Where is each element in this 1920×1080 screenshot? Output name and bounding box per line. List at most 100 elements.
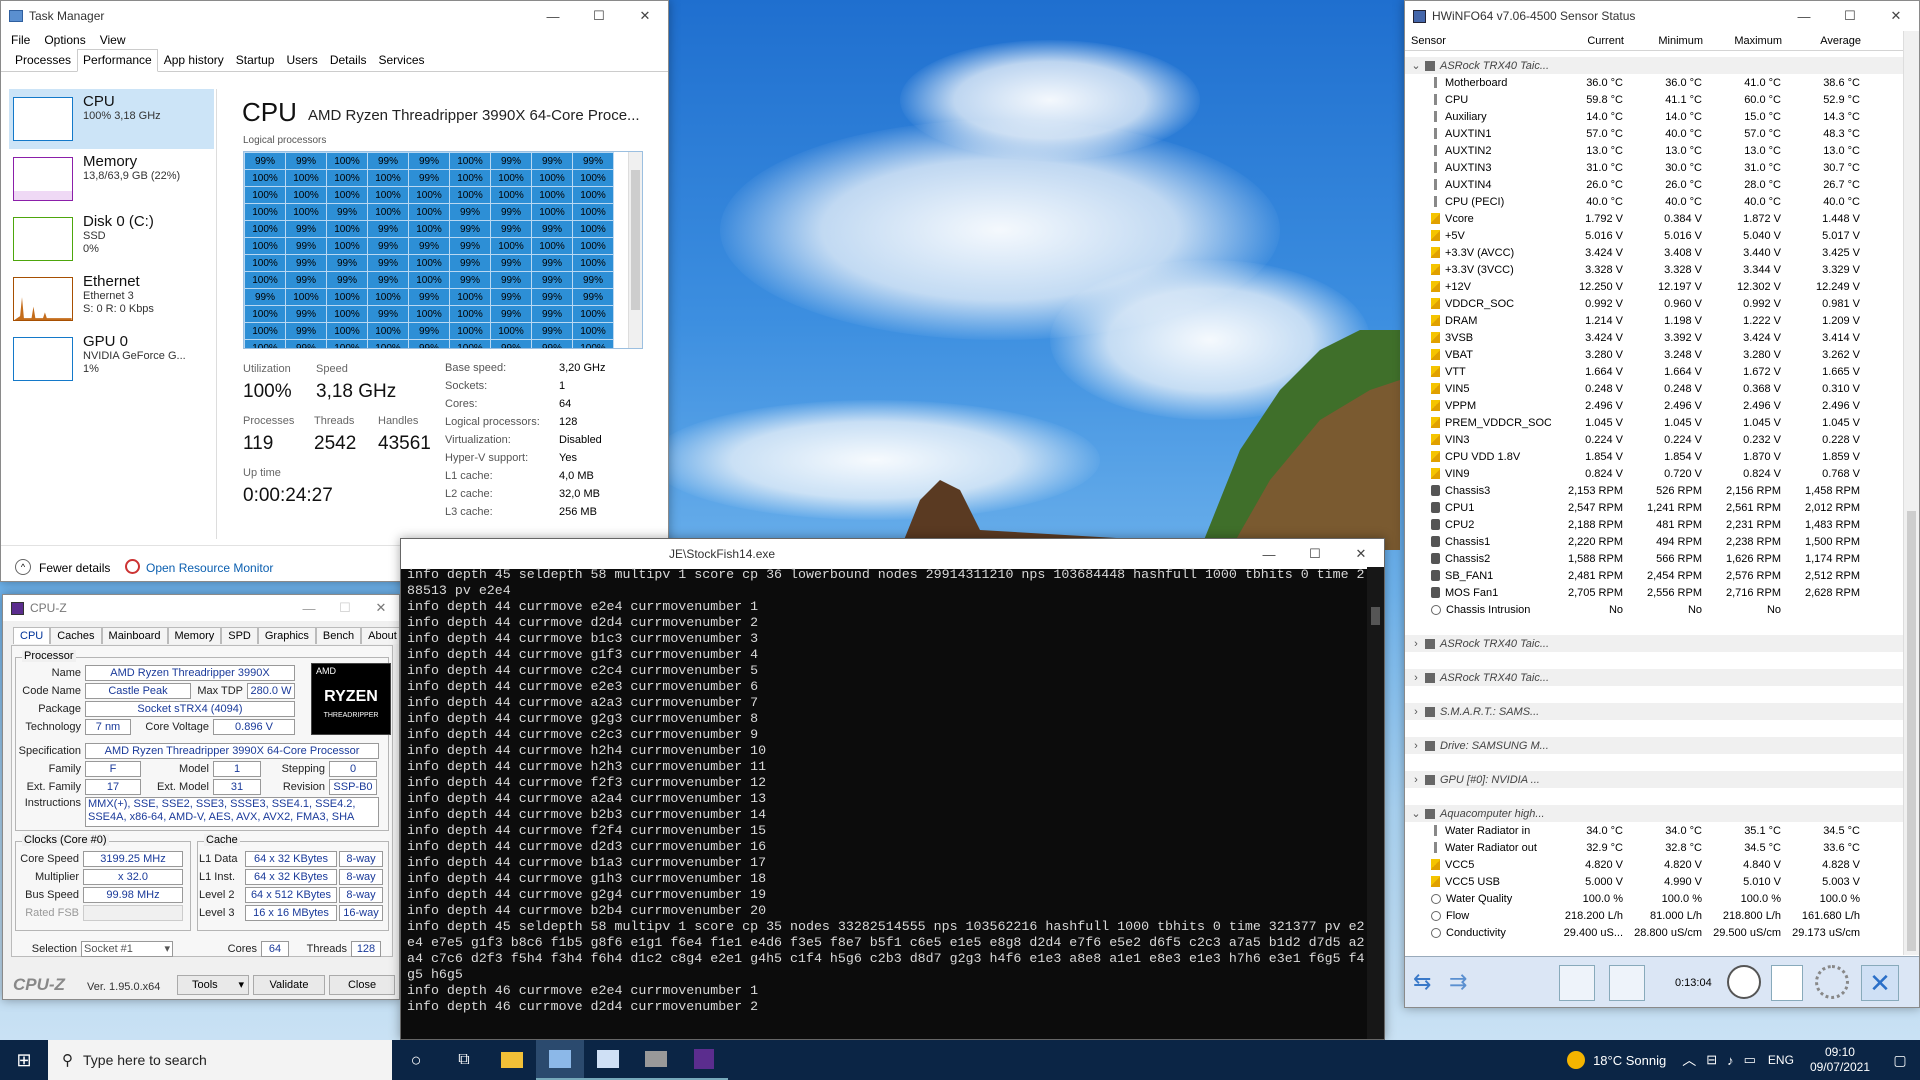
network-tray-icon[interactable]: ⊟: [1706, 1052, 1717, 1068]
menu-options[interactable]: Options: [44, 33, 85, 47]
col-average[interactable]: Average: [1788, 35, 1867, 47]
title-bar[interactable]: CPU-Z — ☐ ✕: [3, 595, 399, 621]
maximize-button[interactable]: ☐: [327, 595, 363, 621]
sensor-row[interactable]: +3.3V (3VCC) 3.328 V 3.328 V 3.344 V 3.329 V: [1405, 261, 1903, 278]
sensor-group-row[interactable]: ⌄ ASRock TRX40 Taic...: [1405, 57, 1903, 74]
sensor-row[interactable]: VCC5 4.820 V 4.820 V 4.840 V 4.828 V: [1405, 856, 1903, 873]
open-resource-monitor-link[interactable]: Open Resource Monitor: [146, 561, 273, 575]
minimize-button[interactable]: —: [291, 595, 327, 621]
sensor-row[interactable]: VCC5 USB 5.000 V 4.990 V 5.010 V 5.003 V: [1405, 873, 1903, 890]
close-button[interactable]: ✕: [1338, 539, 1384, 569]
tab-services[interactable]: Services: [373, 49, 431, 71]
tab-users[interactable]: Users: [280, 49, 323, 71]
sensor-row[interactable]: CPU2 2,188 RPM 481 RPM 2,231 RPM 1,483 RPM: [1405, 516, 1903, 533]
close-x-icon[interactable]: ✕: [1861, 965, 1899, 1001]
cpuz-taskbar-icon[interactable]: [680, 1040, 728, 1080]
sensor-row[interactable]: Auxiliary 14.0 °C 14.0 °C 15.0 °C 14.3 °C: [1405, 108, 1903, 125]
file-explorer-icon[interactable]: [488, 1040, 536, 1080]
maximize-button[interactable]: ☐: [1827, 1, 1873, 31]
minimize-button[interactable]: —: [1246, 539, 1292, 569]
close-button[interactable]: ✕: [622, 1, 668, 31]
tools-button[interactable]: Tools ▾: [177, 975, 249, 995]
clock-icon[interactable]: [1727, 965, 1761, 999]
maximize-button[interactable]: ☐: [1292, 539, 1338, 569]
tab-startup[interactable]: Startup: [230, 49, 281, 71]
tab-cpu[interactable]: CPU: [13, 627, 51, 644]
minimize-button[interactable]: —: [530, 1, 576, 31]
sensor-row[interactable]: VIN3 0.224 V 0.224 V 0.232 V 0.228 V: [1405, 431, 1903, 448]
search-box[interactable]: ⚲ Type here to search: [48, 1040, 392, 1080]
sensor-row[interactable]: AUXTIN1 57.0 °C 40.0 °C 57.0 °C 48.3 °C: [1405, 125, 1903, 142]
tab-processes[interactable]: Processes: [9, 49, 77, 71]
fewer-details-icon[interactable]: ^: [15, 559, 31, 575]
cortana-icon[interactable]: ○: [392, 1050, 440, 1071]
sensor-row[interactable]: CPU (PECI) 40.0 °C 40.0 °C 40.0 °C 40.0 °C: [1405, 193, 1903, 210]
sensor-row[interactable]: VIN5 0.248 V 0.248 V 0.368 V 0.310 V: [1405, 380, 1903, 397]
maximize-button[interactable]: ☐: [576, 1, 622, 31]
sensor-row[interactable]: DRAM 1.214 V 1.198 V 1.222 V 1.209 V: [1405, 312, 1903, 329]
close-button[interactable]: ✕: [1873, 1, 1919, 31]
sidebar-item-memory[interactable]: Memory 13,8/63,9 GB (22%): [9, 149, 214, 209]
sensor-group-row[interactable]: ⌄ Aquacomputer high...: [1405, 805, 1903, 822]
collapse-icon[interactable]: ⌄: [1411, 807, 1421, 820]
socket-select[interactable]: Socket #1 ▾: [81, 941, 173, 957]
sensor-row[interactable]: Chassis3 2,153 RPM 526 RPM 2,156 RPM 1,458 R…: [1405, 482, 1903, 499]
expand-icon[interactable]: ›: [1411, 706, 1421, 718]
sensor-row[interactable]: VBAT 3.280 V 3.248 V 3.280 V 3.262 V: [1405, 346, 1903, 363]
sensor-row[interactable]: VTT 1.664 V 1.664 V 1.672 V 1.665 V: [1405, 363, 1903, 380]
sensor-row[interactable]: 3VSB 3.424 V 3.392 V 3.424 V 3.414 V: [1405, 329, 1903, 346]
reports-icon[interactable]: [1559, 965, 1595, 1001]
sensor-row[interactable]: Motherboard 36.0 °C 36.0 °C 41.0 °C 38.6 °C: [1405, 74, 1903, 91]
sensor-row[interactable]: Water Radiator in 34.0 °C 34.0 °C 35.1 °C 34…: [1405, 822, 1903, 839]
sensor-group-row[interactable]: › S.M.A.R.T.: SAMS...: [1405, 703, 1903, 720]
console-scrollbar[interactable]: [1367, 567, 1384, 1039]
notification-center-icon[interactable]: ▢: [1880, 1052, 1920, 1069]
minimize-button[interactable]: —: [1781, 1, 1827, 31]
sensor-row[interactable]: Chassis2 1,588 RPM 566 RPM 1,626 RPM 1,174 R…: [1405, 550, 1903, 567]
sensor-row[interactable]: Chassis Intrusion No No No: [1405, 601, 1903, 618]
validate-button[interactable]: Validate: [253, 975, 325, 995]
console-output[interactable]: info depth 45 seldepth 58 multipv 1 scor…: [401, 567, 1367, 1039]
sidebar-item-disk[interactable]: Disk 0 (C:) SSD 0%: [9, 209, 214, 269]
expand-icon[interactable]: ›: [1411, 740, 1421, 752]
menu-view[interactable]: View: [100, 33, 126, 47]
tab-memory[interactable]: Memory: [167, 627, 222, 644]
grid-scrollbar[interactable]: [628, 152, 642, 348]
sensor-row[interactable]: Water Quality 100.0 % 100.0 % 100.0 % 100.0 …: [1405, 890, 1903, 907]
tab-details[interactable]: Details: [324, 49, 373, 71]
arrow-right-icon[interactable]: ⇉: [1449, 969, 1467, 995]
task-manager-taskbar-icon[interactable]: [536, 1040, 584, 1080]
clock[interactable]: 09:10 09/07/2021: [1810, 1045, 1870, 1075]
notification-tray-icon[interactable]: ▭: [1744, 1052, 1756, 1068]
hwinfo-taskbar-icon[interactable]: [584, 1040, 632, 1080]
sidebar-item-cpu[interactable]: CPU 100% 3,18 GHz: [9, 89, 214, 149]
sensor-row[interactable]: Conductivity 29.400 uS... 28.800 uS/cm 29.5…: [1405, 924, 1903, 941]
sensor-row[interactable]: Vcore 1.792 V 0.384 V 1.872 V 1.448 V: [1405, 210, 1903, 227]
tab-mainboard[interactable]: Mainboard: [101, 627, 168, 644]
sensor-row[interactable]: AUXTIN3 31.0 °C 30.0 °C 31.0 °C 30.7 °C: [1405, 159, 1903, 176]
sensor-row[interactable]: Flow 218.200 L/h 81.000 L/h 218.800 L/h 161.…: [1405, 907, 1903, 924]
sensor-row[interactable]: CPU1 2,547 RPM 1,241 RPM 2,561 RPM 2,012 RPM: [1405, 499, 1903, 516]
sensor-group-row[interactable]: › Drive: SAMSUNG M...: [1405, 737, 1903, 754]
sensor-row[interactable]: +12V 12.250 V 12.197 V 12.302 V 12.249 V: [1405, 278, 1903, 295]
task-view-icon[interactable]: ⧉: [440, 1051, 488, 1069]
windows-start-icon[interactable]: ⊞: [0, 1050, 48, 1071]
tab-performance[interactable]: Performance: [77, 49, 158, 72]
title-bar[interactable]: HWiNFO64 v7.06-4500 Sensor Status — ☐ ✕: [1405, 1, 1919, 31]
sensor-group-row[interactable]: › ASRock TRX40 Taic...: [1405, 669, 1903, 686]
col-maximum[interactable]: Maximum: [1709, 35, 1788, 47]
close-button[interactable]: ✕: [363, 595, 399, 621]
sidebar-item-ethernet[interactable]: Ethernet Ethernet 3 S: 0 R: 0 Kbps: [9, 269, 214, 329]
sidebar-item-gpu[interactable]: GPU 0 NVIDIA GeForce G... 1%: [9, 329, 214, 389]
tab-bench[interactable]: Bench: [315, 627, 362, 644]
sensor-row[interactable]: +3.3V (AVCC) 3.424 V 3.408 V 3.440 V 3.425 V: [1405, 244, 1903, 261]
weather-text[interactable]: 18°C Sonnig: [1593, 1053, 1666, 1068]
tab-about[interactable]: About: [361, 627, 399, 644]
logging-icon[interactable]: [1771, 965, 1803, 1001]
sensor-row[interactable]: CPU 59.8 °C 41.1 °C 60.0 °C 52.9 °C: [1405, 91, 1903, 108]
sensor-row[interactable]: MOS Fan1 2,705 RPM 2,556 RPM 2,716 RPM 2,628…: [1405, 584, 1903, 601]
title-bar[interactable]: Task Manager — ☐ ✕: [1, 1, 668, 31]
weather-icon[interactable]: [1567, 1051, 1586, 1069]
sensor-row[interactable]: Chassis1 2,220 RPM 494 RPM 2,238 RPM 1,500 R…: [1405, 533, 1903, 550]
sensor-row[interactable]: Water Radiator out 32.9 °C 32.8 °C 34.5 °C 3…: [1405, 839, 1903, 856]
